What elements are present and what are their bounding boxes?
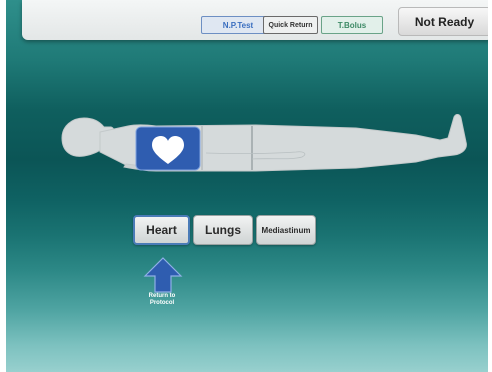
return-label-line1: Return to	[148, 293, 176, 299]
return-label-line2: Protocol	[149, 300, 175, 306]
patient-body-diagram	[61, 114, 467, 172]
return-to-protocol-label[interactable]: Return to Protocol	[134, 293, 190, 307]
quick-return-button[interactable]: Quick Return	[263, 16, 318, 34]
lungs-button[interactable]: Lungs	[193, 215, 253, 245]
status-indicator: Not Ready	[398, 7, 488, 36]
heart-button[interactable]: Heart	[133, 215, 190, 245]
top-toolbar: N.P.Test Quick Return T.Bolus Not Ready	[22, 0, 488, 40]
body-silhouette	[61, 114, 467, 172]
mediastinum-button[interactable]: Mediastinum	[256, 215, 316, 245]
scan-screen: N.P.Test Quick Return T.Bolus Not Ready …	[6, 0, 488, 372]
t-bolus-button[interactable]: T.Bolus	[321, 16, 383, 34]
arrow-up-icon[interactable]	[143, 256, 183, 294]
